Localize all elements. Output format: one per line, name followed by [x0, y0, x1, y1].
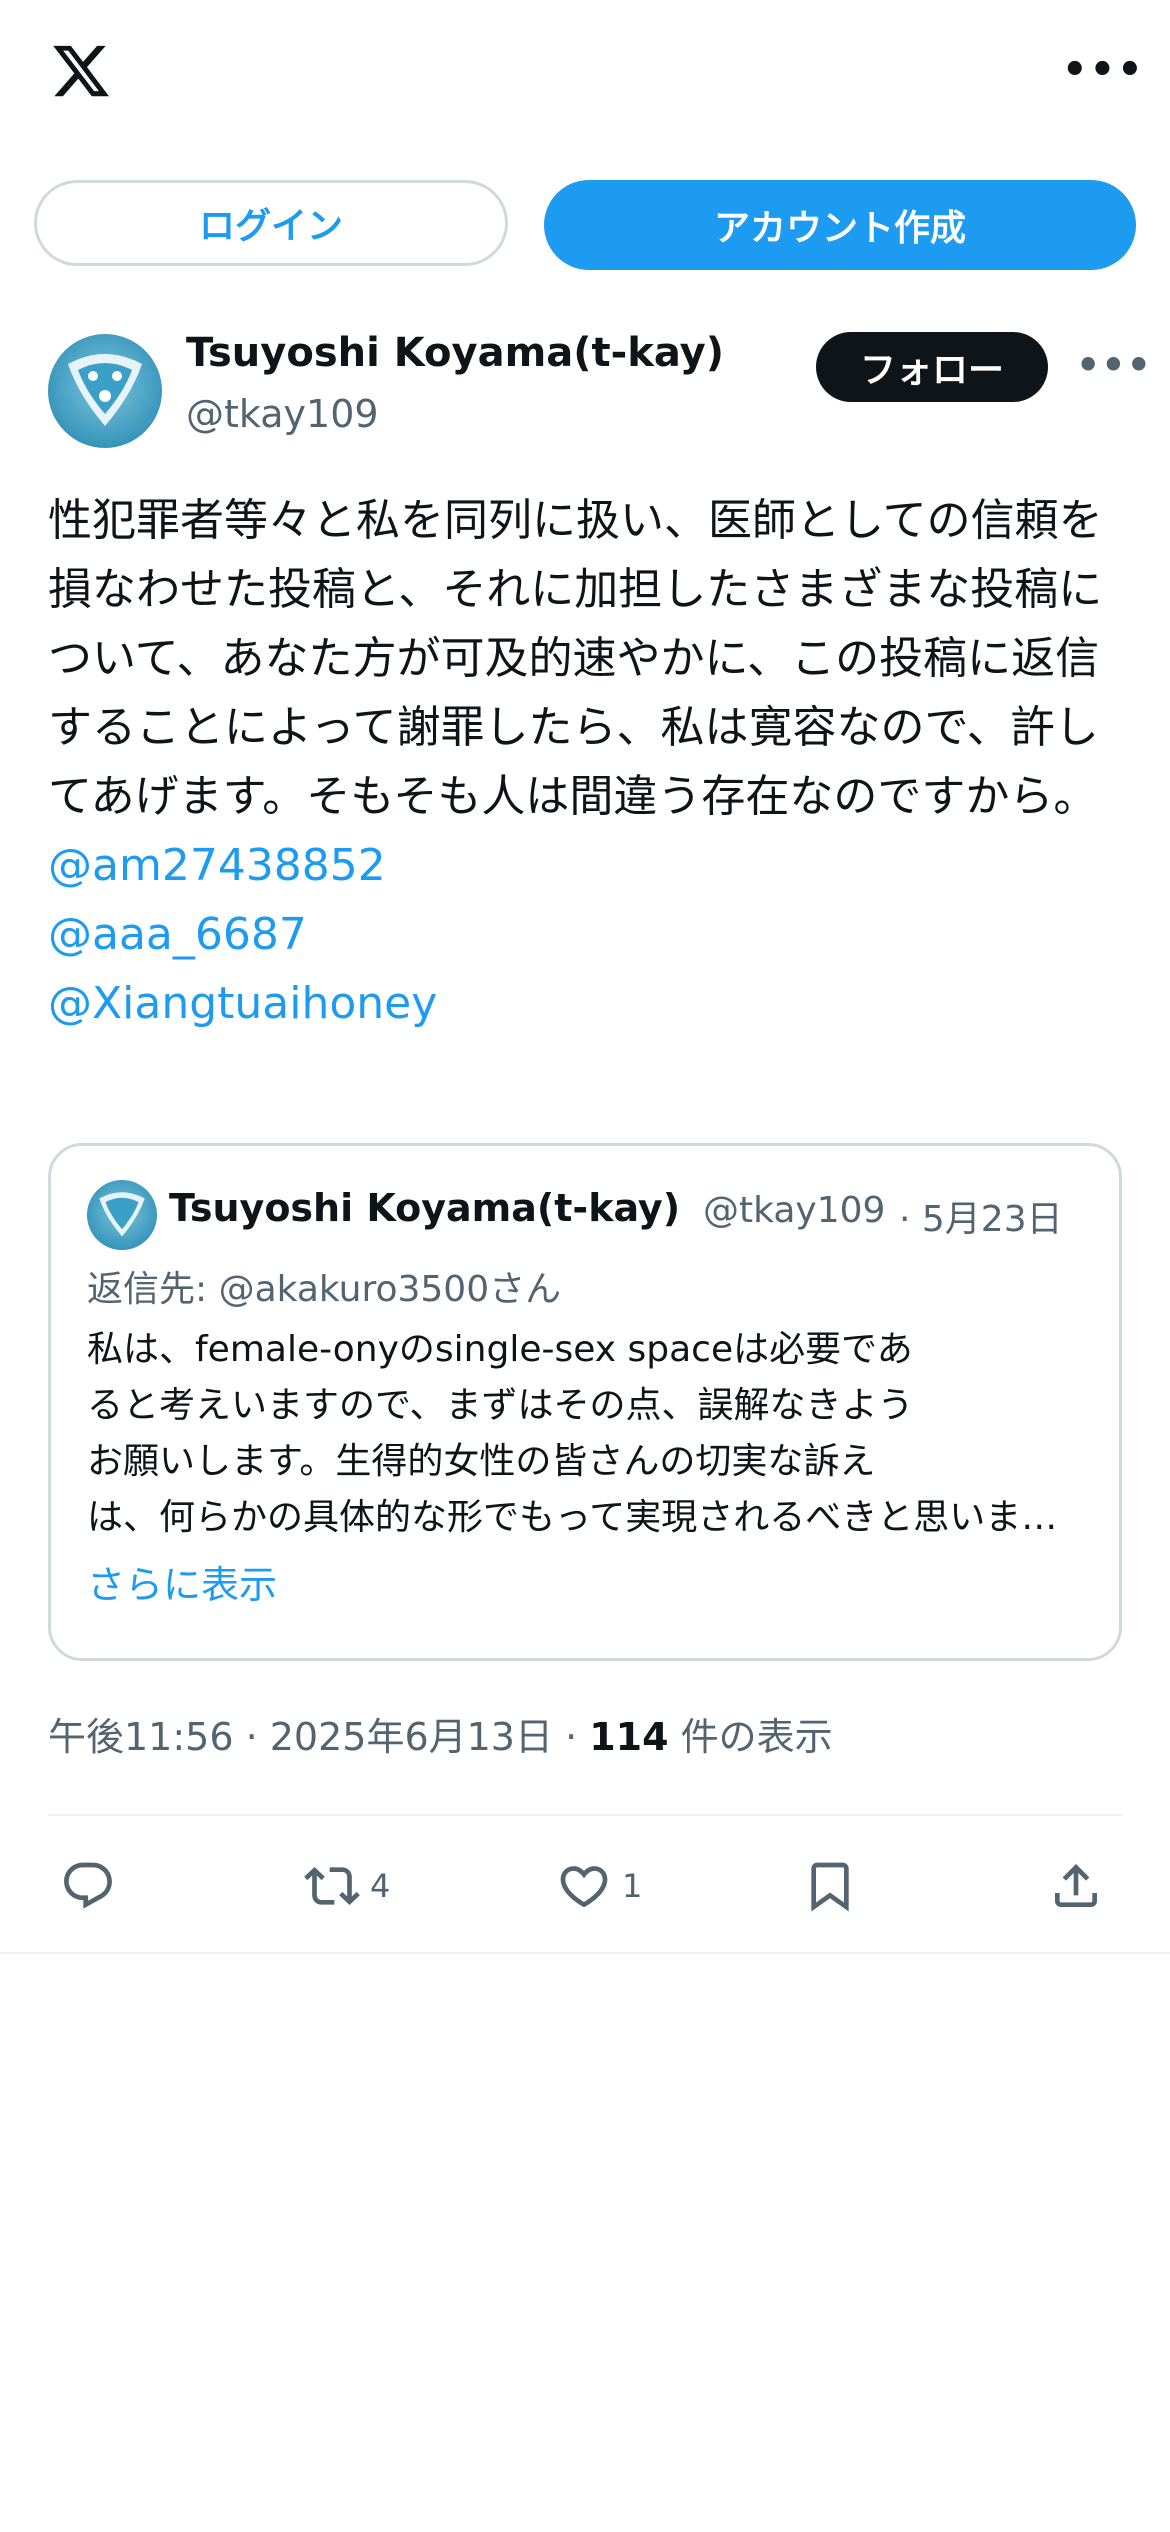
post-timestamp[interactable]: 午後11:56 · 2025年6月13日 · [48, 1715, 589, 1759]
quoted-avatar [87, 1180, 157, 1250]
quoted-post[interactable]: Tsuyoshi Koyama(t-kay) @tkay109 · 5月23日 … [48, 1143, 1122, 1661]
heart-icon [560, 1866, 608, 1908]
quoted-text-line: は、何らかの具体的な形でもって実現されるべきと思います。 [87, 1497, 1087, 1538]
divider [0, 1952, 1170, 1954]
top-bar: ••• [0, 0, 1170, 150]
quoted-text: 私は、female-onyのsingle-sex spaceは必要であ ると考え… [87, 1322, 1087, 1546]
views-label: 件の表示 [668, 1715, 833, 1759]
quoted-text-line: お願いします。生得的女性の皆さんの切実な訴え [87, 1441, 876, 1482]
avatar-image-icon [87, 1180, 157, 1250]
reply-to-label: 返信先: @akakuro3500さん [87, 1269, 562, 1310]
post-more-icon[interactable]: ••• [1076, 346, 1152, 384]
views-count: 114 [589, 1715, 669, 1759]
bookmark-icon [811, 1862, 849, 1912]
post-meta: 午後11:56 · 2025年6月13日 · 114 件の表示 [48, 1706, 833, 1761]
show-more-link[interactable]: さらに表示 [87, 1554, 277, 1609]
create-account-button[interactable]: アカウント作成 [544, 180, 1136, 270]
quoted-text-line: 私は、female-onyのsingle-sex spaceは必要であ [87, 1329, 913, 1370]
quoted-author-name: Tsuyoshi Koyama(t-kay) [169, 1186, 681, 1230]
divider [48, 1814, 1122, 1816]
post-text: 性犯罪者等々と私を同列に扱い、医師としての信頼を損なわせた投稿と、それに加担した… [48, 486, 1128, 1038]
share-icon [1055, 1864, 1097, 1907]
author-name[interactable]: Tsuyoshi Koyama(t-kay) [186, 330, 724, 376]
repost-icon [304, 1867, 360, 1905]
mention-link[interactable]: @aaa_6687 [48, 900, 1128, 969]
mention-link[interactable]: @Xiangtuaihoney [48, 969, 1128, 1038]
bookmark-button[interactable] [802, 1858, 858, 1914]
avatar[interactable] [48, 334, 162, 448]
like-count: 1 [622, 1867, 643, 1905]
repost-count: 4 [370, 1867, 391, 1905]
x-logo-icon[interactable] [48, 40, 114, 102]
quoted-text-line: ると考えいますので、まずはその点、誤解なきよう [87, 1385, 914, 1426]
author-handle[interactable]: @tkay109 [186, 392, 379, 436]
action-bar: 4 1 [0, 1836, 1170, 1936]
quoted-date: · 5月23日 [899, 1199, 1063, 1240]
like-button[interactable]: 1 [556, 1858, 642, 1914]
reply-button[interactable] [60, 1858, 116, 1914]
more-options-icon[interactable]: ••• [1062, 50, 1145, 90]
avatar-image-icon [48, 334, 162, 448]
repost-button[interactable]: 4 [304, 1858, 390, 1914]
reply-icon [64, 1862, 112, 1909]
login-button[interactable]: ログイン [34, 180, 508, 266]
mention-link[interactable]: @am27438852 [48, 831, 1128, 900]
post-body: 性犯罪者等々と私を同列に扱い、医師としての信頼を損なわせた投稿と、それに加担した… [48, 495, 1103, 822]
follow-button[interactable]: フォロー [816, 332, 1048, 402]
quoted-author-handle: @tkay109 [703, 1190, 886, 1231]
share-button[interactable] [1048, 1858, 1104, 1914]
